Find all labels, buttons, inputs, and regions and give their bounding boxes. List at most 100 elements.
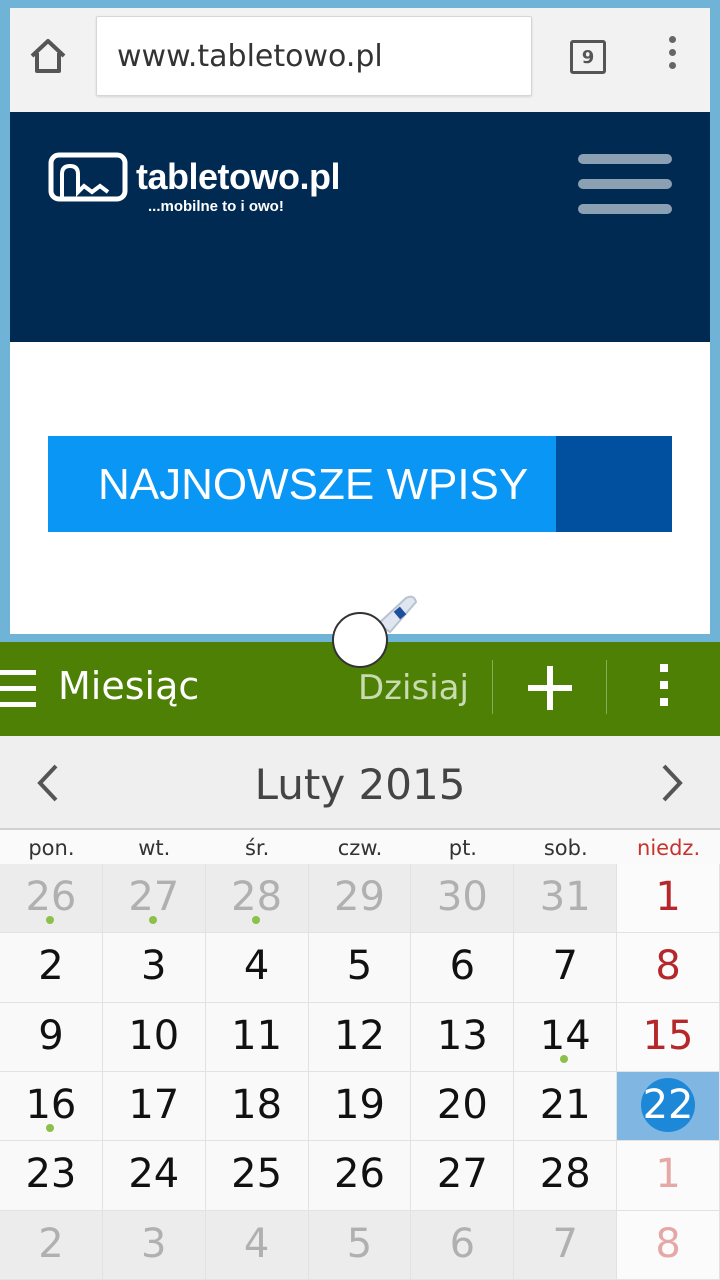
day-number: 5 [346, 943, 373, 990]
day-cell[interactable]: 26 [308, 1141, 412, 1211]
day-number: 10 [128, 1012, 180, 1059]
day-cell[interactable]: 4 [205, 933, 309, 1003]
day-cell[interactable]: 8 [617, 1210, 720, 1280]
home-icon[interactable] [28, 36, 68, 76]
toolbar-divider [492, 660, 493, 714]
day-number: 16 [25, 1082, 77, 1128]
split-screen-handle[interactable] [332, 612, 388, 668]
day-cell[interactable]: 1 [617, 1141, 720, 1211]
day-cell[interactable]: 29 [308, 864, 412, 934]
day-cell[interactable]: 27 [102, 864, 206, 934]
day-number: 27 [128, 874, 180, 920]
day-cell[interactable]: 15 [617, 1002, 720, 1072]
site-header: tabletowo.pl ...mobilne to i owo! [10, 112, 710, 342]
day-number: 7 [552, 1220, 578, 1267]
month-title: Luty 2015 [254, 760, 466, 809]
day-cell[interactable]: 26 [0, 864, 103, 934]
day-number: 21 [539, 1082, 591, 1128]
day-number: 6 [449, 1220, 476, 1267]
day-number: 23 [25, 1151, 77, 1198]
month-grid: 26 27 28 29 30 31 1 2 3 4 5 6 7 8 9 10 1… [0, 864, 720, 1280]
tablet-logo-icon [48, 152, 128, 202]
chevron-right-icon[interactable] [652, 758, 692, 808]
day-number: 13 [436, 1012, 488, 1059]
day-cell[interactable]: 2 [0, 1210, 103, 1280]
day-number: 3 [141, 943, 167, 990]
day-number: 8 [655, 943, 681, 990]
site-logo-text: tabletowo.pl [136, 156, 341, 197]
latest-posts-heading: NAJNOWSZE WPISY [98, 460, 529, 509]
day-cell[interactable]: 8 [617, 933, 720, 1003]
day-number: 1 [655, 874, 681, 920]
day-cell[interactable]: 30 [411, 864, 515, 934]
event-dot [46, 916, 54, 925]
day-cell[interactable]: 12 [308, 1002, 412, 1072]
day-number: 19 [334, 1082, 385, 1128]
day-cell[interactable]: 11 [205, 1002, 309, 1072]
day-cell[interactable]: 19 [308, 1072, 412, 1142]
day-number: 6 [449, 943, 476, 990]
view-selector[interactable]: Miesiąc [58, 664, 199, 708]
drawer-menu-icon[interactable] [0, 670, 38, 710]
site-hamburger-icon[interactable] [578, 154, 672, 216]
day-cell[interactable]: 5 [308, 933, 412, 1003]
day-number: 7 [552, 943, 578, 990]
day-cell[interactable]: 20 [411, 1072, 515, 1142]
day-cell[interactable]: 4 [205, 1210, 309, 1280]
day-cell[interactable]: 7 [514, 1210, 618, 1280]
browser-toolbar: www.tabletowo.pl 9 [10, 8, 710, 112]
day-cell[interactable]: 13 [411, 1002, 515, 1072]
day-cell[interactable]: 31 [514, 864, 618, 934]
day-number: 29 [334, 874, 385, 920]
day-cell-today[interactable]: 22 [617, 1072, 720, 1142]
day-cell[interactable]: 1 [617, 864, 720, 934]
overflow-menu-icon[interactable] [662, 36, 682, 76]
day-cell[interactable]: 3 [102, 933, 206, 1003]
day-cell[interactable]: 21 [514, 1072, 618, 1142]
day-cell[interactable]: 24 [102, 1141, 206, 1211]
day-number: 30 [436, 874, 488, 920]
day-cell[interactable]: 28 [514, 1141, 618, 1211]
day-cell[interactable]: 23 [0, 1141, 103, 1211]
today-button[interactable]: Dzisiaj [358, 668, 469, 708]
weekday-header-row: pon. wt. śr. czw. pt. sob. niedz. [0, 830, 720, 864]
day-cell[interactable]: 9 [0, 1002, 103, 1072]
day-cell[interactable]: 28 [205, 864, 309, 934]
day-cell[interactable]: 6 [411, 1210, 515, 1280]
event-dot [46, 1124, 54, 1133]
event-dot [251, 916, 260, 925]
day-cell[interactable]: 2 [0, 933, 103, 1003]
day-cell[interactable]: 5 [308, 1210, 412, 1280]
day-cell[interactable]: 17 [102, 1072, 206, 1142]
day-cell[interactable]: 18 [205, 1072, 309, 1142]
day-cell[interactable]: 6 [411, 933, 515, 1003]
day-number: 2 [38, 1220, 64, 1267]
day-number: 25 [231, 1151, 283, 1198]
day-cell[interactable]: 14 [514, 1002, 618, 1072]
day-number: 9 [38, 1012, 64, 1059]
day-number: 31 [539, 874, 591, 920]
day-cell[interactable]: 3 [102, 1210, 206, 1280]
day-number: 2 [38, 943, 64, 990]
toolbar-divider [606, 660, 607, 714]
day-number: 28 [539, 1151, 591, 1198]
day-cell[interactable]: 27 [411, 1141, 515, 1211]
month-header: Luty 2015 [0, 736, 720, 830]
url-bar[interactable]: www.tabletowo.pl [96, 16, 532, 96]
weekday-label: czw. [337, 836, 383, 860]
day-cell[interactable]: 10 [102, 1002, 206, 1072]
weekday-label: pon. [28, 836, 75, 860]
day-number: 4 [243, 943, 270, 990]
day-number: 22 [641, 1078, 696, 1132]
day-number: 5 [346, 1220, 373, 1267]
weekday-label: śr. [244, 836, 270, 860]
day-cell[interactable]: 25 [205, 1141, 309, 1211]
day-number: 11 [231, 1012, 283, 1059]
add-event-icon[interactable] [526, 664, 574, 712]
day-cell[interactable]: 16 [0, 1072, 103, 1142]
tabs-count-button[interactable]: 9 [570, 40, 606, 74]
day-number: 15 [642, 1012, 694, 1059]
calendar-overflow-menu-icon[interactable] [656, 664, 672, 714]
day-cell[interactable]: 7 [514, 933, 618, 1003]
day-number: 18 [231, 1082, 283, 1128]
